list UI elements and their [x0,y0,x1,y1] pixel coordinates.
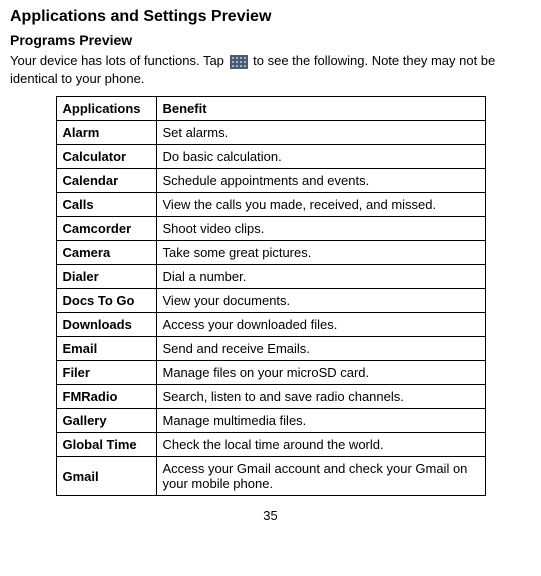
app-name-cell: Global Time [56,433,156,457]
table-row: DialerDial a number. [56,265,485,289]
intro-text-after-icon: to see the following. [253,53,372,68]
benefit-cell: View the calls you made, received, and m… [156,193,485,217]
app-name-cell: Dialer [56,265,156,289]
page-title: Applications and Settings Preview [10,8,531,26]
benefit-cell: Send and receive Emails. [156,337,485,361]
benefit-cell: Take some great pictures. [156,241,485,265]
benefit-cell: Dial a number. [156,265,485,289]
benefit-cell: Schedule appointments and events. [156,169,485,193]
benefit-cell: Shoot video clips. [156,217,485,241]
applications-table: Applications Benefit AlarmSet alarms.Cal… [56,96,486,496]
benefit-cell: Access your downloaded files. [156,313,485,337]
benefit-cell: Set alarms. [156,121,485,145]
benefit-cell: Manage files on your microSD card. [156,361,485,385]
table-row: Global TimeCheck the local time around t… [56,433,485,457]
benefit-cell: Manage multimedia files. [156,409,485,433]
table-row: GmailAccess your Gmail account and check… [56,457,485,496]
apps-grid-icon [230,55,248,69]
intro-paragraph: Your device has lots of functions. Tap t… [10,52,531,88]
table-row: GalleryManage multimedia files. [56,409,485,433]
benefit-cell: Do basic calculation. [156,145,485,169]
benefit-cell: Search, listen to and save radio channel… [156,385,485,409]
benefit-cell: Check the local time around the world. [156,433,485,457]
table-row: Docs To GoView your documents. [56,289,485,313]
table-row: CalendarSchedule appointments and events… [56,169,485,193]
col-header-benefit: Benefit [156,97,485,121]
app-name-cell: Camcorder [56,217,156,241]
page-number: 35 [10,508,531,523]
section-subtitle: Programs Preview [10,32,531,48]
table-row: DownloadsAccess your downloaded files. [56,313,485,337]
table-row: EmailSend and receive Emails. [56,337,485,361]
app-name-cell: Downloads [56,313,156,337]
app-name-cell: Calendar [56,169,156,193]
app-name-cell: Camera [56,241,156,265]
benefit-cell: View your documents. [156,289,485,313]
table-row: CalculatorDo basic calculation. [56,145,485,169]
table-row: CamcorderShoot video clips. [56,217,485,241]
app-name-cell: FMRadio [56,385,156,409]
table-header-row: Applications Benefit [56,97,485,121]
benefit-cell: Access your Gmail account and check your… [156,457,485,496]
app-name-cell: Alarm [56,121,156,145]
app-name-cell: Docs To Go [56,289,156,313]
table-row: CameraTake some great pictures. [56,241,485,265]
table-row: FilerManage files on your microSD card. [56,361,485,385]
app-name-cell: Calls [56,193,156,217]
table-row: AlarmSet alarms. [56,121,485,145]
table-row: CallsView the calls you made, received, … [56,193,485,217]
intro-text-before-icon: Your device has lots of functions. Tap [10,53,228,68]
table-row: FMRadioSearch, listen to and save radio … [56,385,485,409]
col-header-applications: Applications [56,97,156,121]
app-name-cell: Filer [56,361,156,385]
app-name-cell: Email [56,337,156,361]
app-name-cell: Gmail [56,457,156,496]
app-name-cell: Gallery [56,409,156,433]
app-name-cell: Calculator [56,145,156,169]
